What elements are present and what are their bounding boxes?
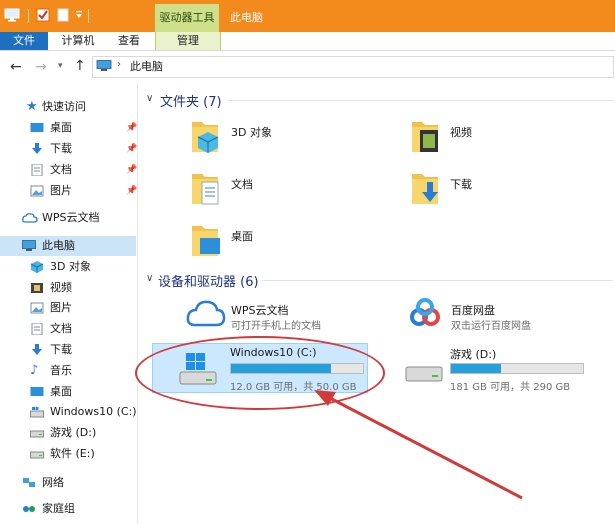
folder-desktop-icon: [192, 226, 220, 256]
drive-icon: [30, 451, 44, 459]
star-icon: ★: [26, 99, 38, 114]
address-bar[interactable]: [92, 56, 614, 78]
toolbar-divider: [28, 9, 29, 23]
pin-icon[interactable]: 📌: [126, 118, 137, 138]
computer-icon[interactable]: [4, 8, 20, 22]
download-icon: [32, 344, 42, 355]
title-bar: [0, 0, 615, 32]
annotation-arrow: [314, 390, 523, 500]
nav-quick-download[interactable]: 下载 📌: [30, 139, 137, 159]
properties-icon[interactable]: [36, 8, 50, 22]
nav-label: 游戏 (D:): [50, 426, 97, 439]
baidu-netdisk-icon: [410, 298, 440, 326]
nav-label: 网络: [42, 476, 64, 489]
device-title: WPS云文档: [231, 304, 289, 317]
nav-label: 文档: [50, 322, 72, 335]
breadcrumb-this-pc[interactable]: 此电脑: [130, 58, 163, 74]
computer-icon: [96, 60, 112, 71]
tab-view[interactable]: 查看: [108, 32, 150, 50]
nav-label: 文档: [50, 163, 72, 176]
folder-videos-icon: [412, 122, 438, 152]
desktop-icon: [30, 123, 44, 132]
nav-label: 软件 (E:): [50, 447, 95, 460]
nav-label: 3D 对象: [50, 260, 91, 273]
nav-label: 快速访问: [42, 100, 86, 113]
folder-documents-icon: [192, 174, 219, 205]
nav-label: 图片: [50, 184, 72, 197]
nav-label: 下载: [50, 343, 72, 356]
folder-label: 视频: [450, 126, 472, 139]
3d-objects-icon: [30, 261, 44, 273]
nav-label: 桌面: [50, 121, 72, 134]
cloud-icon: [22, 213, 38, 223]
collapse-chevron-icon[interactable]: ∨: [146, 93, 153, 104]
pin-icon[interactable]: 📌: [126, 139, 137, 159]
nav-label: 家庭组: [42, 502, 75, 515]
computer-icon: [22, 240, 36, 251]
drive-tools-context-label: 驱动器工具: [155, 4, 219, 32]
breadcrumb-chevron-icon[interactable]: ›: [117, 59, 121, 70]
nav-label: 下载: [50, 142, 72, 155]
nav-label: 桌面: [50, 385, 72, 398]
back-arrow-icon[interactable]: ←: [10, 59, 22, 75]
nav-quick-pictures[interactable]: 图片 📌: [30, 181, 137, 201]
recent-locations-chevron-icon[interactable]: ▾: [58, 61, 63, 71]
drive-d-title: 游戏 (D:): [450, 348, 497, 361]
group-divider: [228, 100, 613, 101]
group-header-devices[interactable]: 设备和驱动器 (6): [158, 271, 259, 290]
pictures-icon: [30, 302, 44, 314]
drive-c-icon: [30, 407, 44, 418]
nav-label: WPS云文档: [42, 211, 100, 224]
download-icon: [32, 143, 42, 154]
nav-label: 音乐: [50, 364, 72, 377]
collapse-chevron-icon[interactable]: ∨: [146, 273, 153, 284]
pin-icon[interactable]: 📌: [126, 181, 137, 201]
nav-label: 图片: [50, 301, 72, 314]
group-header-folders[interactable]: 文件夹 (7): [160, 91, 222, 110]
up-arrow-icon[interactable]: ↑: [74, 58, 86, 74]
nav-quick-documents[interactable]: 文档 📌: [30, 160, 137, 180]
nav-quick-desktop[interactable]: 桌面 📌: [30, 118, 137, 138]
nav-label: 视频: [50, 281, 72, 294]
nav-label: 此电脑: [42, 239, 75, 252]
drive-d-usage-bar: [450, 363, 584, 374]
tab-computer[interactable]: 计算机: [52, 32, 104, 50]
documents-icon: [31, 164, 43, 176]
nav-label: Windows10 (C:): [50, 405, 137, 418]
folder-downloads-icon: [412, 174, 438, 204]
folder-label: 桌面: [231, 230, 253, 243]
group-divider: [262, 280, 613, 281]
new-folder-icon[interactable]: [56, 8, 70, 22]
folder-label: 下载: [450, 178, 472, 191]
drive-icon: [30, 430, 44, 438]
device-title: 百度网盘: [451, 304, 495, 317]
tab-manage[interactable]: 管理: [155, 32, 221, 50]
folder-label: 文档: [231, 178, 253, 191]
device-subtitle: 可打开手机上的文档: [231, 321, 321, 332]
window-title: 此电脑: [230, 11, 263, 24]
folder-label: 3D 对象: [231, 126, 272, 139]
pin-icon[interactable]: 📌: [126, 160, 137, 180]
toolbar-divider: [88, 9, 89, 23]
pictures-icon: [30, 185, 44, 197]
tab-file[interactable]: 文件: [0, 32, 48, 50]
network-icon: [23, 478, 35, 487]
desktop-icon: [30, 387, 44, 396]
documents-icon: [31, 323, 43, 335]
homegroup-icon: [23, 506, 35, 512]
forward-arrow-icon[interactable]: →: [35, 59, 47, 75]
drive-d-usage-fill: [451, 364, 502, 373]
customize-dropdown-icon[interactable]: [74, 10, 84, 20]
music-icon: ♪: [30, 363, 39, 378]
cloud-icon: [186, 300, 226, 327]
videos-icon: [31, 283, 43, 293]
folder-3d-objects-icon: [192, 122, 219, 153]
device-subtitle: 双击运行百度网盘: [451, 321, 531, 332]
